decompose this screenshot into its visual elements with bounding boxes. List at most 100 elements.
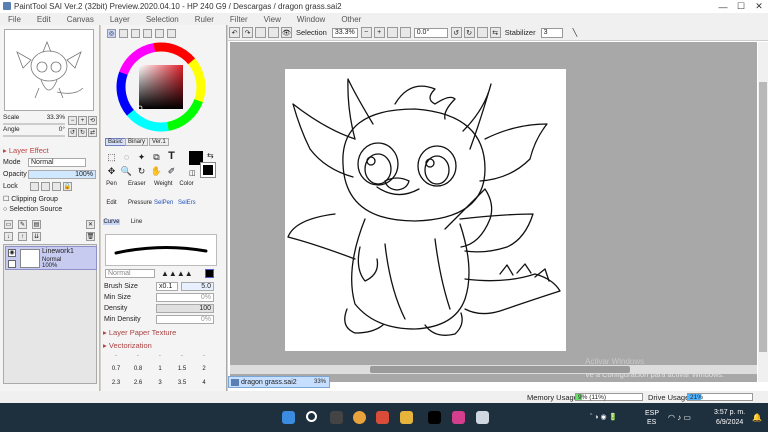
tool-eraser[interactable]: Eraser (128, 181, 146, 187)
menu-window[interactable]: Window (289, 15, 333, 24)
lock-position-icon[interactable] (41, 182, 50, 191)
rotate-right-icon[interactable]: ↻ (78, 128, 87, 137)
clock-time[interactable]: 3:57 p. m. (714, 409, 745, 416)
opacity-slider[interactable]: 100% (28, 170, 96, 179)
deselect-icon[interactable] (255, 27, 266, 38)
vector-cell[interactable]: . (171, 352, 193, 362)
scratchpad-tab-icon[interactable] (155, 29, 164, 38)
reset-rotation-icon[interactable] (476, 27, 488, 38)
zoom-minus-icon[interactable]: − (360, 27, 372, 38)
horizontal-scroll-thumb[interactable] (370, 366, 630, 373)
tool-selers[interactable]: SelErs (178, 200, 196, 206)
vector-cell[interactable]: 2.6 (127, 380, 149, 390)
tab-binary[interactable]: Binary (125, 138, 149, 146)
menu-view[interactable]: View (256, 15, 289, 24)
search-icon[interactable] (306, 411, 317, 422)
start-icon[interactable] (282, 411, 295, 424)
brush-mode-select[interactable]: Normal (105, 269, 155, 278)
lock-all-icon[interactable]: 🔒 (63, 182, 72, 191)
lock-pixels-icon[interactable] (30, 182, 39, 191)
tool-color[interactable]: Color (178, 181, 195, 187)
lock-paint-icon[interactable] (52, 182, 61, 191)
minimize-button[interactable]: — (714, 0, 732, 13)
move-down-icon[interactable]: ↓ (4, 232, 13, 241)
document-tab[interactable]: dragon grass.sai2 33% (228, 376, 330, 388)
eyedropper-icon[interactable]: ✐ (163, 166, 180, 177)
task-view-icon[interactable] (330, 411, 343, 424)
tool-line[interactable]: Line (128, 219, 145, 225)
swatches-tab-icon[interactable] (143, 29, 152, 38)
vector-cell[interactable]: 3 (149, 380, 171, 390)
navigator-preview[interactable] (4, 29, 94, 111)
min-density-slider[interactable]: 0% (156, 315, 214, 324)
menu-ruler[interactable]: Ruler (187, 15, 222, 24)
vector-cell[interactable]: 1 (149, 366, 171, 376)
rotate-cw-icon[interactable]: ↻ (463, 27, 475, 38)
layer-item[interactable]: ◉ Linework1 Normal 100% (5, 246, 97, 270)
angle-slider[interactable] (3, 135, 65, 137)
menu-canvas[interactable]: Canvas (59, 15, 102, 24)
new-linework-icon[interactable]: ✎ (18, 220, 27, 229)
vertical-scroll-thumb[interactable] (759, 82, 767, 352)
zoom-out-icon[interactable]: − (68, 116, 77, 125)
tiktok-icon[interactable] (428, 411, 441, 424)
zoom-actual-icon[interactable] (399, 27, 411, 38)
menu-filter[interactable]: Filter (222, 15, 256, 24)
clock-date[interactable]: 6/9/2024 (716, 419, 743, 426)
new-layer-icon[interactable]: ▭ (4, 220, 13, 229)
stabilizer-select[interactable]: 3 (540, 27, 563, 38)
vector-cell[interactable]: 1.5 (171, 366, 193, 376)
background-color-swatch[interactable] (200, 162, 216, 178)
vertical-scrollbar[interactable] (758, 42, 768, 382)
color-wheel[interactable] (115, 41, 207, 133)
instagram-icon[interactable] (452, 411, 465, 424)
tool-curve[interactable]: Curve (103, 219, 120, 225)
maximize-button[interactable]: ☐ (732, 0, 750, 13)
flip-icon[interactable]: ⇄ (88, 128, 97, 137)
clipping-group-row[interactable]: ☐ Clipping Group (3, 195, 58, 203)
wifi-icon[interactable]: ◠ ♪ ▭ (668, 413, 691, 422)
redo-icon[interactable]: ↷ (242, 27, 253, 38)
rotation-field[interactable]: 0.0° (413, 27, 448, 38)
drawing-paper[interactable] (285, 69, 566, 351)
tool-weight[interactable]: Weight (154, 181, 173, 187)
pen-lock-icon[interactable] (8, 260, 16, 268)
vector-cell[interactable]: 2 (193, 366, 215, 376)
swap-colors-icon[interactable]: ⇆ (207, 151, 214, 160)
vector-cell[interactable]: 0.7 (105, 366, 127, 376)
menu-layer[interactable]: Layer (102, 15, 138, 24)
tool-selpen[interactable]: SelPen (154, 200, 173, 206)
tab-basic[interactable]: Basic (105, 138, 126, 146)
palette-tab-icon[interactable] (167, 29, 176, 38)
rgb-slider-tab-icon[interactable] (119, 29, 128, 38)
zoom-reset-icon[interactable]: ⟲ (88, 116, 97, 125)
vector-cell[interactable]: . (127, 352, 149, 362)
tab-ver1[interactable]: Ver.1 (149, 138, 169, 146)
chrome-icon[interactable] (353, 411, 366, 424)
undo-icon[interactable]: ↶ (229, 27, 240, 38)
tray-icons[interactable]: ˆ ◑ ◉ 🔋 (590, 413, 617, 421)
selection-source-row[interactable]: ○ Selection Source (3, 206, 62, 213)
new-folder-icon[interactable]: ▤ (32, 220, 41, 229)
blend-mode-select[interactable]: Normal (28, 158, 86, 167)
menu-selection[interactable]: Selection (138, 15, 187, 24)
move-up-icon[interactable]: ↑ (18, 232, 27, 241)
transparent-color-icon[interactable]: ◫ (189, 169, 196, 177)
zoom-in-icon[interactable]: + (78, 116, 87, 125)
min-size-slider[interactable]: 0% (156, 293, 214, 302)
delete-layer-icon[interactable]: ✕ (86, 220, 95, 229)
menu-edit[interactable]: Edit (29, 15, 59, 24)
density-slider[interactable]: 100 (156, 304, 214, 313)
flip-horizontal-icon[interactable]: ⇆ (489, 27, 501, 38)
visibility-eye-icon[interactable]: ◉ (8, 249, 16, 257)
selection-visibility-icon[interactable]: 👁 (281, 27, 292, 38)
zoom-field[interactable]: 33.3% (331, 27, 358, 38)
vector-cell[interactable]: . (149, 352, 171, 362)
vector-cell[interactable]: 4 (193, 380, 215, 390)
menu-other[interactable]: Other (333, 15, 369, 24)
layer-effect-heading[interactable]: ▸ Layer Effect (3, 146, 49, 155)
vector-cell[interactable]: 3.5 (171, 380, 193, 390)
vector-cell[interactable]: . (193, 352, 215, 362)
rotate-left-icon[interactable]: ↺ (68, 128, 77, 137)
file-explorer-icon[interactable] (400, 411, 413, 424)
